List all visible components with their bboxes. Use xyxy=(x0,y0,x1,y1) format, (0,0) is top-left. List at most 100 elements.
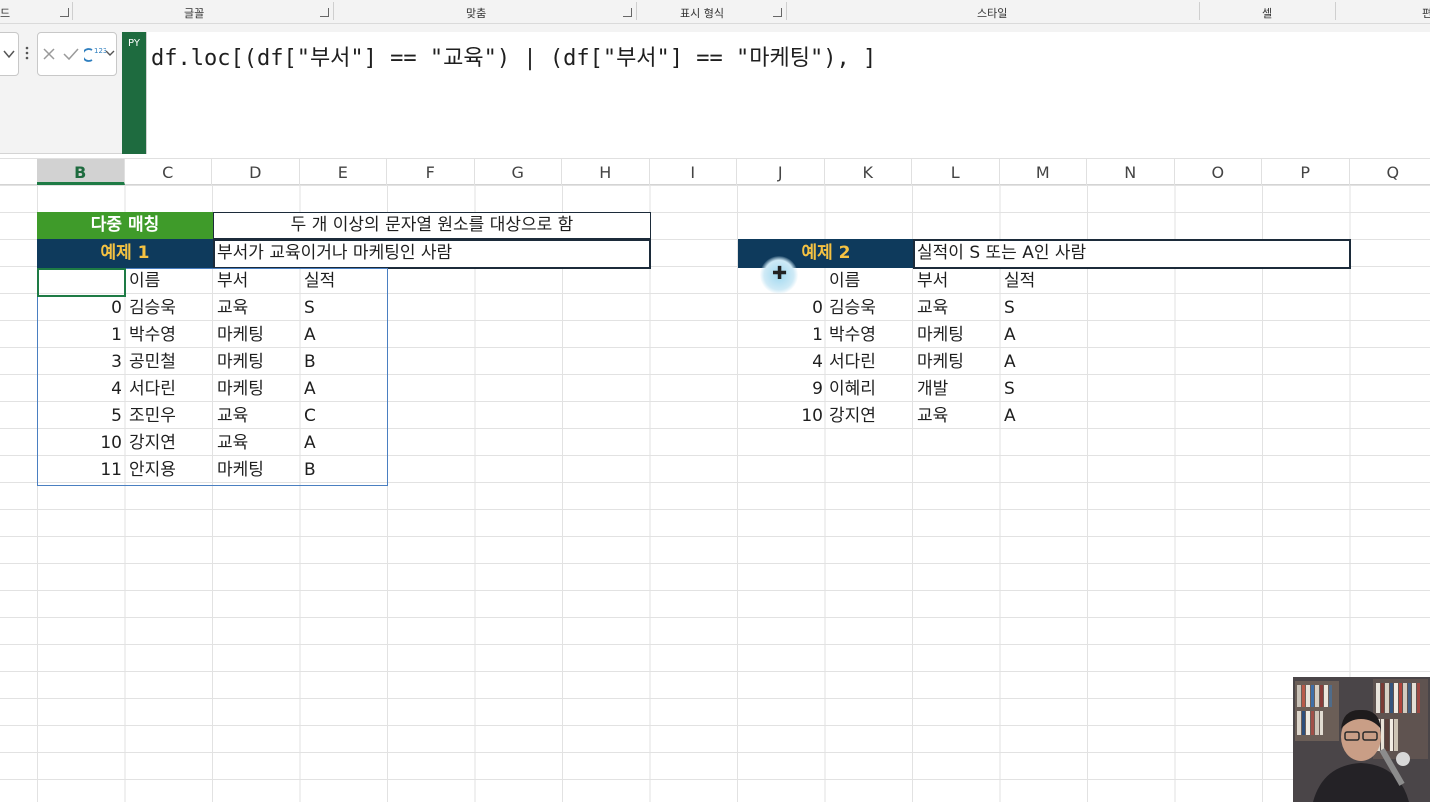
example2-header-dept[interactable]: 부서 xyxy=(917,268,1002,295)
example1-row-index[interactable]: 5 xyxy=(37,403,122,430)
python-output-type-icon[interactable]: 123 xyxy=(84,44,106,64)
example1-row-dept[interactable]: 교육 xyxy=(217,295,302,322)
example1-row-index[interactable]: 4 xyxy=(37,376,122,403)
column-header-i[interactable]: I xyxy=(650,159,737,185)
column-header-m[interactable]: M xyxy=(1000,159,1087,185)
title-label-cell[interactable]: 다중 매칭 xyxy=(37,212,213,239)
example1-row-index[interactable]: 3 xyxy=(37,349,122,376)
number-dialog-launcher-icon[interactable] xyxy=(773,8,782,17)
more-options-icon[interactable] xyxy=(25,44,29,62)
example1-row-name[interactable]: 김승욱 xyxy=(129,295,214,322)
example1-row-dept[interactable]: 마케팅 xyxy=(217,322,302,349)
example1-header-perf[interactable]: 실적 xyxy=(304,268,389,295)
formula-input[interactable]: df.loc[(df["부서"] == "교육") | (df["부서"] ==… xyxy=(146,32,1430,154)
enter-check-icon[interactable] xyxy=(63,47,79,61)
chevron-down-icon xyxy=(3,50,15,59)
example1-row-perf[interactable]: B xyxy=(304,349,389,376)
example2-row-name[interactable]: 김승욱 xyxy=(829,295,914,322)
example1-row-index[interactable]: 1 xyxy=(37,322,122,349)
example2-row-name[interactable]: 이혜리 xyxy=(829,376,914,403)
example2-header-perf[interactable]: 실적 xyxy=(1004,268,1089,295)
example1-row-index[interactable]: 10 xyxy=(37,430,122,457)
example2-row-perf[interactable]: A xyxy=(1004,349,1089,376)
column-header-e[interactable]: E xyxy=(300,159,387,185)
example1-row-dept[interactable]: 교육 xyxy=(217,403,302,430)
selected-cell[interactable] xyxy=(37,268,126,297)
font-dialog-launcher-icon[interactable] xyxy=(320,8,329,17)
example1-row-name[interactable]: 안지용 xyxy=(129,457,214,484)
example2-row-index[interactable]: 4 xyxy=(738,349,823,376)
example2-row-index[interactable]: 1 xyxy=(738,322,823,349)
example2-row-name[interactable]: 강지연 xyxy=(829,403,914,430)
example2-row-name[interactable]: 박수영 xyxy=(829,322,914,349)
python-badge: PY xyxy=(122,32,146,154)
column-header-q[interactable]: Q xyxy=(1350,159,1430,185)
example2-row-perf[interactable]: S xyxy=(1004,295,1089,322)
example1-row-index[interactable]: 0 xyxy=(37,295,122,322)
column-header-c[interactable]: C xyxy=(125,159,212,185)
example1-row-name[interactable]: 강지연 xyxy=(129,430,214,457)
column-header-p[interactable]: P xyxy=(1262,159,1350,185)
example1-row-name[interactable]: 조민우 xyxy=(129,403,214,430)
example1-row-perf[interactable]: C xyxy=(304,403,389,430)
ribbon-group-label-font: 글꼴 xyxy=(184,7,205,20)
example2-row-index[interactable]: 0 xyxy=(738,295,823,322)
webcam-presenter-video xyxy=(1293,677,1430,802)
example1-row-dept[interactable]: 마케팅 xyxy=(217,376,302,403)
ribbon-separator xyxy=(72,2,73,20)
example2-row-dept[interactable]: 개발 xyxy=(917,376,1002,403)
name-box-dropdown[interactable] xyxy=(0,32,19,76)
column-header-n[interactable]: N xyxy=(1087,159,1175,185)
presenter-image xyxy=(1293,677,1430,802)
title-description-cell[interactable]: 두 개 이상의 문자열 원소를 대상으로 함 xyxy=(213,212,651,239)
cell-select-cursor-icon: ✚ xyxy=(772,263,788,284)
example2-description-cell[interactable]: 실적이 S 또는 A인 사람 xyxy=(913,239,1351,269)
chevron-down-icon[interactable] xyxy=(105,48,115,58)
example1-row-perf[interactable]: A xyxy=(304,376,389,403)
example2-row-perf[interactable]: A xyxy=(1004,403,1089,430)
column-header-o[interactable]: O xyxy=(1175,159,1262,185)
column-header-g[interactable]: G xyxy=(475,159,562,185)
dialog-launcher-icon[interactable] xyxy=(60,8,69,17)
ribbon-separator xyxy=(1199,2,1200,20)
column-header-j[interactable]: J xyxy=(737,159,825,185)
example1-row-dept[interactable]: 마케팅 xyxy=(217,457,302,484)
cancel-icon[interactable] xyxy=(42,47,56,61)
alignment-dialog-launcher-icon[interactable] xyxy=(623,8,632,17)
example1-row-name[interactable]: 서다린 xyxy=(129,376,214,403)
formula-buttons: 123 xyxy=(37,32,117,76)
example2-row-dept[interactable]: 마케팅 xyxy=(917,349,1002,376)
example2-row-index[interactable]: 9 xyxy=(738,376,823,403)
column-header-h[interactable]: H xyxy=(562,159,650,185)
example1-row-perf[interactable]: S xyxy=(304,295,389,322)
ribbon-separator xyxy=(786,2,787,20)
column-header-d[interactable]: D xyxy=(212,159,300,185)
example1-row-perf[interactable]: A xyxy=(304,430,389,457)
example2-row-dept[interactable]: 교육 xyxy=(917,403,1002,430)
example1-row-perf[interactable]: B xyxy=(304,457,389,484)
example2-row-name[interactable]: 서다린 xyxy=(829,349,914,376)
example1-header-dept[interactable]: 부서 xyxy=(217,268,302,295)
example1-description-cell[interactable]: 부서가 교육이거나 마케팅인 사람 xyxy=(213,239,651,269)
ribbon-group-label: 드 xyxy=(0,7,11,20)
column-header-b[interactable]: B xyxy=(37,159,125,185)
example1-row-dept[interactable]: 마케팅 xyxy=(217,349,302,376)
column-header-f[interactable]: F xyxy=(387,159,475,185)
example1-row-index[interactable]: 11 xyxy=(37,457,122,484)
example2-row-perf[interactable]: S xyxy=(1004,376,1089,403)
example1-row-dept[interactable]: 교육 xyxy=(217,430,302,457)
example1-header-name[interactable]: 이름 xyxy=(129,268,214,295)
example2-row-dept[interactable]: 마케팅 xyxy=(917,322,1002,349)
example1-label-cell[interactable]: 예제 1 xyxy=(37,239,213,268)
ribbon-group-label-cells: 셀 xyxy=(1262,7,1273,20)
column-header-l[interactable]: L xyxy=(912,159,1000,185)
example2-row-dept[interactable]: 교육 xyxy=(917,295,1002,322)
column-header-k[interactable]: K xyxy=(825,159,912,185)
example1-row-name[interactable]: 박수영 xyxy=(129,322,214,349)
ribbon-separator xyxy=(636,2,637,20)
example2-header-name[interactable]: 이름 xyxy=(829,268,914,295)
example2-row-index[interactable]: 10 xyxy=(738,403,823,430)
example1-row-perf[interactable]: A xyxy=(304,322,389,349)
example1-row-name[interactable]: 공민철 xyxy=(129,349,214,376)
example2-row-perf[interactable]: A xyxy=(1004,322,1089,349)
